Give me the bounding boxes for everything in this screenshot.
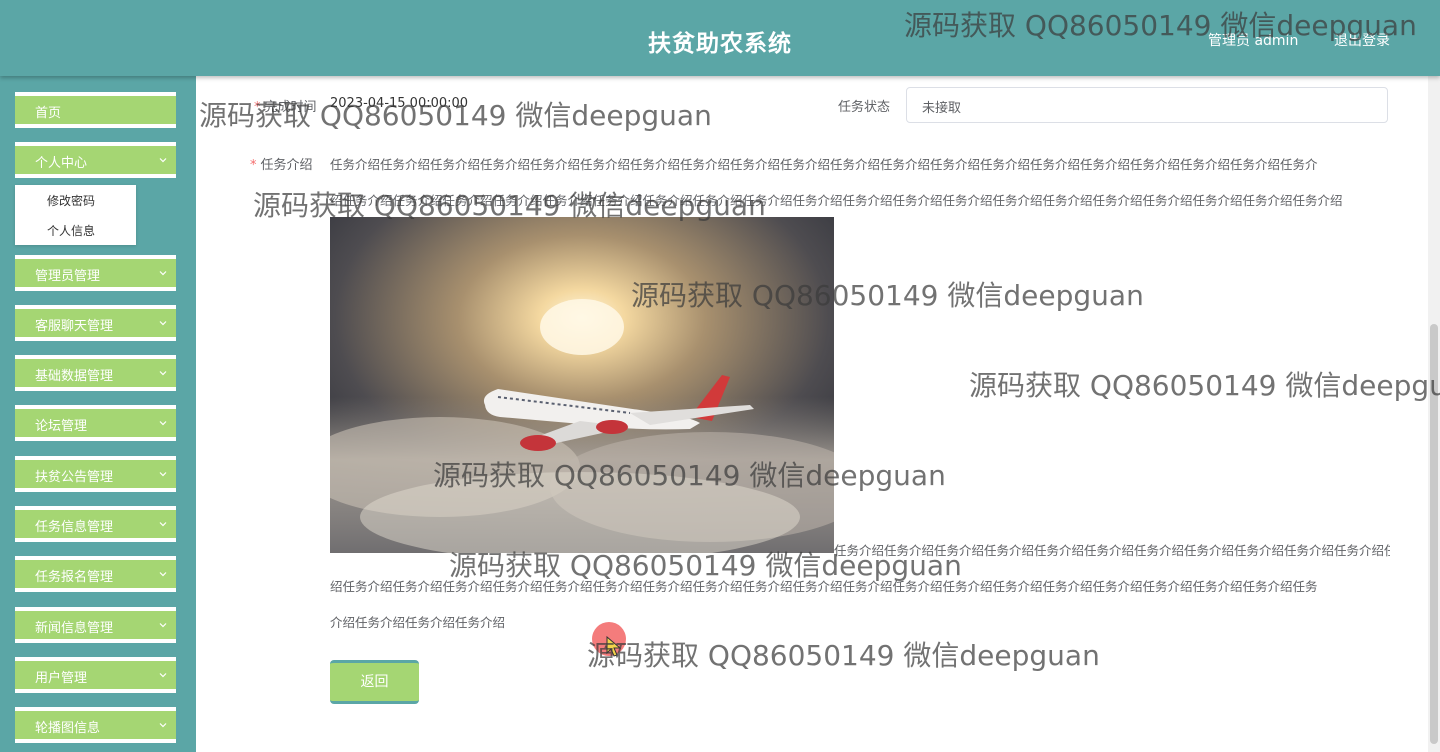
end-time-label: * 完成时间: [254, 100, 317, 115]
required-star: *: [250, 158, 257, 173]
top-header: 扶贫助农系统 管理员 admin 退出登录: [0, 0, 1440, 76]
sidebar-item-task-info[interactable]: 任务信息管理: [15, 506, 176, 542]
required-star: *: [254, 100, 261, 115]
submenu-personal-info[interactable]: 个人信息: [47, 222, 95, 239]
back-button[interactable]: 返回: [330, 660, 419, 704]
sidebar-item-carousel[interactable]: 轮播图信息: [15, 707, 176, 743]
intro-text-line: 绍任务介绍任务介绍任务介绍任务介绍任务介绍任务介绍任务介绍任务介绍任务介绍任务介…: [330, 579, 1318, 594]
intro-label: * 任务介绍: [250, 158, 313, 173]
sidebar-item-label: 客服聊天管理: [35, 319, 114, 334]
chevron-down-icon: [159, 522, 167, 527]
intro-text-line: 绍任务介绍任务介绍任务介绍任务介绍任务介绍任务介绍任务介绍任务介绍任务介绍任务介…: [330, 193, 1343, 208]
chevron-down-icon: [159, 371, 167, 376]
task-status-field[interactable]: 未接取: [906, 87, 1388, 123]
mouse-cursor-icon: [606, 636, 622, 657]
personal-center-submenu: 修改密码 个人信息: [15, 185, 136, 245]
sidebar-item-label: 个人中心: [35, 156, 88, 171]
chevron-down-icon: [159, 723, 167, 728]
sidebar-item-label: 任务信息管理: [35, 520, 114, 535]
sidebar-item-users[interactable]: 用户管理: [15, 657, 176, 693]
chevron-down-icon: [159, 673, 167, 678]
sidebar-item-personal-center[interactable]: 个人中心: [15, 142, 176, 178]
task-image: [330, 217, 834, 553]
end-time-value: 2023-04-15 00:00:00: [330, 96, 469, 111]
sidebar-item-chat-management[interactable]: 客服聊天管理: [15, 305, 176, 341]
sidebar-item-label: 任务报名管理: [35, 570, 114, 585]
main-scrollbar[interactable]: [1428, 76, 1440, 752]
task-status-value: 未接取: [922, 101, 962, 116]
sidebar: 首页 个人中心 修改密码 个人信息 管理员管理 客服聊天管理 基础数据管理 论坛…: [0, 76, 196, 752]
sidebar-item-label: 新闻信息管理: [35, 621, 114, 636]
chevron-down-icon: [159, 271, 167, 276]
sidebar-item-label: 管理员管理: [35, 269, 101, 284]
status-label: 任务状态: [838, 100, 891, 115]
sidebar-item-label: 用户管理: [35, 671, 88, 686]
sidebar-item-label: 轮播图信息: [35, 721, 101, 736]
chevron-down-icon: [159, 158, 167, 163]
current-user: 管理员 admin: [1208, 33, 1299, 49]
chevron-down-icon: [159, 421, 167, 426]
sidebar-item-forum[interactable]: 论坛管理: [15, 405, 176, 441]
logout-link[interactable]: 退出登录: [1334, 30, 1390, 50]
sidebar-item-basic-data[interactable]: 基础数据管理: [15, 355, 176, 391]
sidebar-item-label: 首页: [35, 106, 62, 121]
chevron-down-icon: [159, 321, 167, 326]
sidebar-item-label: 基础数据管理: [35, 369, 114, 384]
sidebar-item-task-signup[interactable]: 任务报名管理: [15, 556, 176, 592]
sidebar-item-label: 论坛管理: [35, 419, 88, 434]
scrollbar-thumb[interactable]: [1430, 324, 1438, 744]
intro-text-line: 任务介绍任务介绍任务介绍任务介绍任务介绍任务介绍任务介绍任务介绍任务介绍任务介绍…: [834, 543, 1390, 558]
sidebar-item-label: 扶贫公告管理: [35, 470, 114, 485]
chevron-down-icon: [159, 572, 167, 577]
sidebar-item-news[interactable]: 新闻信息管理: [15, 607, 176, 643]
chevron-down-icon: [159, 472, 167, 477]
submenu-change-password[interactable]: 修改密码: [47, 192, 95, 209]
sidebar-item-admin-management[interactable]: 管理员管理: [15, 255, 176, 291]
intro-text-line: 介绍任务介绍任务介绍任务介绍: [330, 615, 506, 630]
sidebar-item-notice[interactable]: 扶贫公告管理: [15, 456, 176, 492]
sidebar-item-home[interactable]: 首页: [15, 92, 176, 128]
intro-text-line: 任务介绍任务介绍任务介绍任务介绍任务介绍任务介绍任务介绍任务介绍任务介绍任务介绍…: [330, 157, 1318, 172]
chevron-down-icon: [159, 623, 167, 628]
